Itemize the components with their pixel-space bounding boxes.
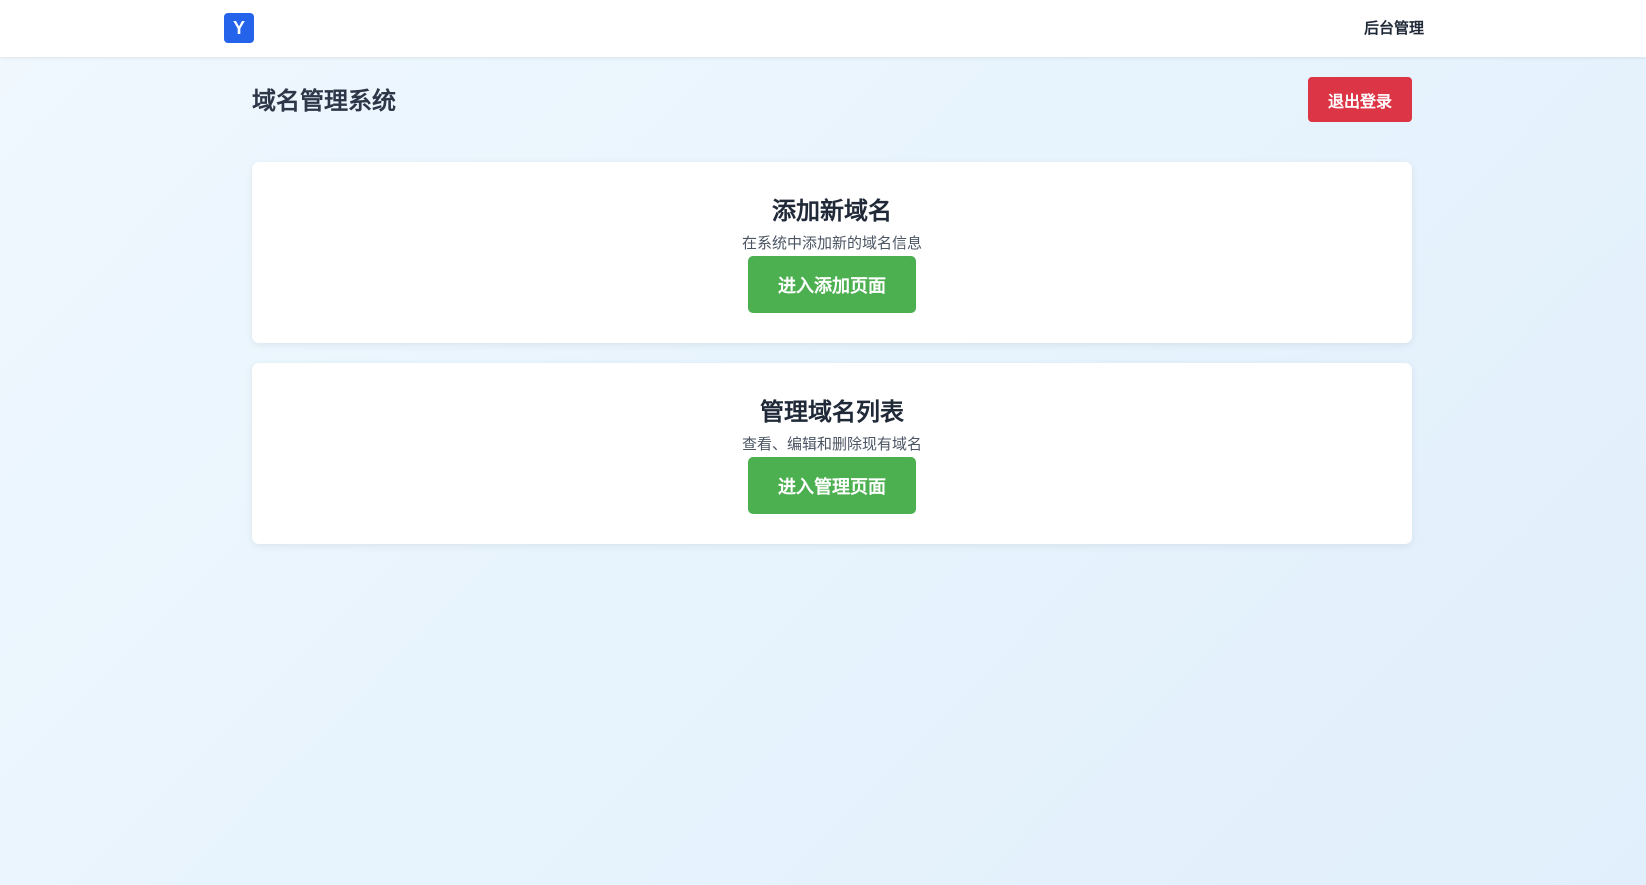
page-title: 域名管理系统: [252, 87, 396, 115]
logout-button[interactable]: 退出登录: [1308, 77, 1412, 122]
card-description: 在系统中添加新的域名信息: [741, 234, 922, 252]
logo-icon[interactable]: Y: [224, 13, 254, 43]
card-title: 添加新域名: [772, 197, 892, 225]
add-domain-card: 添加新域名 在系统中添加新的域名信息 进入添加页面: [252, 162, 1412, 343]
admin-link[interactable]: 后台管理: [1364, 17, 1424, 39]
card-description: 查看、编辑和删除现有域名: [741, 435, 922, 453]
top-navbar: Y 后台管理: [0, 0, 1646, 57]
card-title: 管理域名列表: [760, 398, 904, 426]
manage-domains-card: 管理域名列表 查看、编辑和删除现有域名 进入管理页面: [252, 363, 1412, 544]
enter-add-page-button[interactable]: 进入添加页面: [748, 256, 916, 313]
enter-manage-page-button[interactable]: 进入管理页面: [748, 457, 916, 514]
